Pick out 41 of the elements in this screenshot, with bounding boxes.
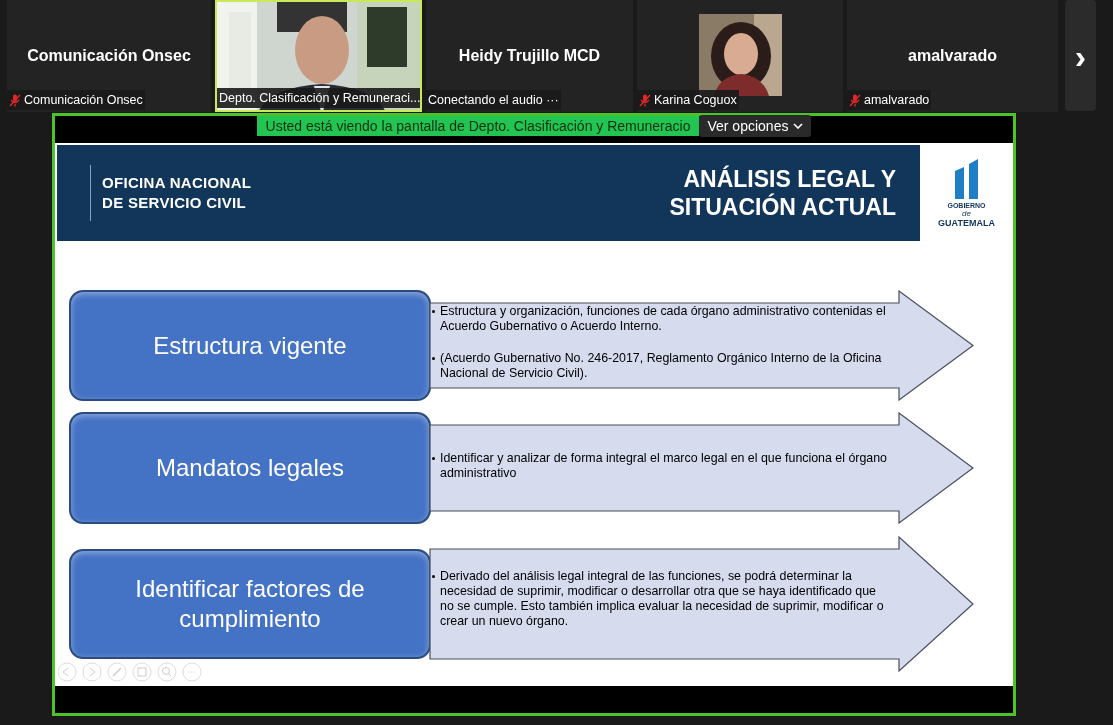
chevron-down-icon [793, 123, 804, 129]
bullet-icon [432, 575, 435, 578]
participant-tile[interactable]: Depto. Clasificación y Remuneraci... [215, 0, 422, 112]
search-icon[interactable] [157, 662, 177, 682]
label-text: Depto. Clasificación y Remuneraci... [219, 89, 420, 107]
participant-name: Heidy Trujillo MCD [458, 47, 601, 64]
bullet-text: (Acuerdo Gubernativo No. 246-2017, Reglamento Orgánico Interno de la Oficina Nacional de Servicio Civil). [440, 351, 883, 381]
view-options-button[interactable]: Ver opciones [699, 115, 812, 137]
pen-icon[interactable] [107, 662, 127, 682]
label-text: Conectando el audio ··· [428, 91, 559, 109]
participant-tile[interactable]: amalvarado amalvarado [847, 0, 1058, 112]
next-icon[interactable] [82, 662, 102, 682]
more-icon[interactable] [182, 662, 202, 682]
muted-mic-icon [849, 93, 861, 107]
label-text: amalvarado [864, 91, 930, 109]
bullet-icon [432, 310, 435, 313]
bullet-icon [432, 457, 435, 460]
logo-text: GUATEMALA [938, 217, 995, 228]
muted-mic-icon [639, 93, 651, 107]
organization-name: OFICINA NACIONAL DE SERVICIO CIVIL [102, 173, 252, 213]
logo-text: de [962, 209, 971, 218]
next-page-button[interactable]: › [1065, 0, 1096, 111]
bullet-text: Identificar y analizar de forma integral el marco legal en el que funciona el órgano administrativo [440, 451, 888, 481]
participant-name: Comunicación Onsec [27, 47, 191, 64]
slide-title: ANÁLISIS LEGAL Y SITUACIÓN ACTUAL [669, 165, 896, 221]
participant-tile[interactable]: Heidy Trujillo MCD Conectando el audio ··· [426, 0, 633, 112]
participant-name: amalvarado [908, 47, 997, 64]
muted-mic-icon [9, 93, 21, 107]
topic-box: Identificar factores de cumplimiento [69, 549, 431, 659]
label-text: Karina Coguox [654, 91, 737, 109]
previous-icon[interactable] [57, 662, 77, 682]
bullet-text: Estructura y organización, funciones de cada órgano administrativo contenidas el Acuerdo Gubernativo o Acuerdo Interno. [440, 304, 887, 334]
topic-box: Estructura vigente [69, 290, 431, 401]
participant-tile[interactable]: Karina Coguox [637, 0, 843, 112]
slides-icon[interactable] [132, 662, 152, 682]
topic-box: Mandatos legales [69, 412, 431, 524]
bullet-icon [432, 357, 435, 360]
label-text: Comunicación Onsec [24, 91, 143, 109]
screen-share-banner: Usted está viendo la pantalla de Depto. Clasificación y Remuneracio [256, 116, 700, 136]
bullet-text: Derivado del análisis legal integral de las funciones, se podrá determinar la necesidad de suprimir, modificar o desarrollar otra que se haya identificado que no se cumple. Esto también implica evaluar la necesidad de suprimir, modificar o crear un nuevo órgano. [440, 569, 885, 629]
participant-tile[interactable]: Comunicación Onsec Comunicación Onsec [7, 0, 211, 112]
